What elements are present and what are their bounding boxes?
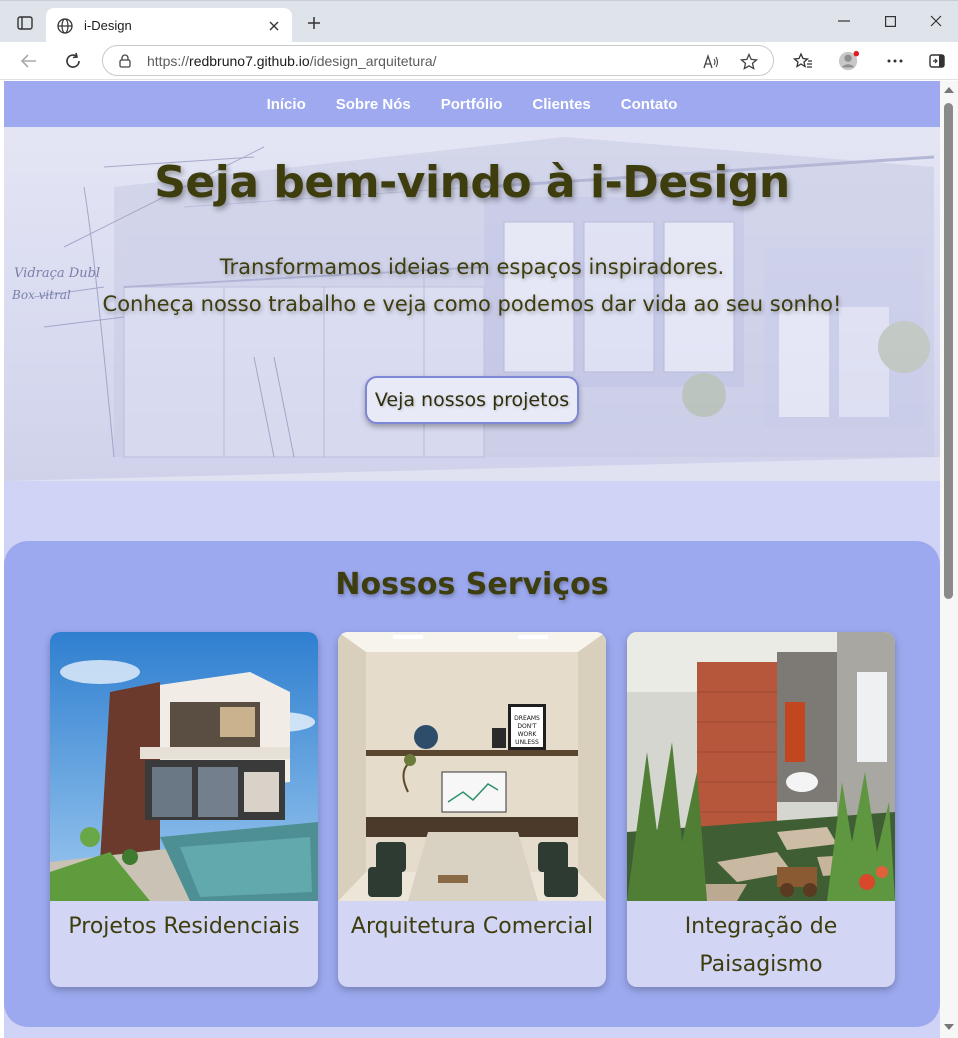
- nav-item-inicio[interactable]: Início: [267, 96, 306, 113]
- url-path: /idesign_arquitetura/: [309, 52, 437, 69]
- nav-item-contato[interactable]: Contato: [621, 96, 678, 113]
- service-card-commercial[interactable]: DREAMS DON'T WORK UNLESS Arquitetura Com…: [338, 632, 606, 987]
- landscaping-integration-image: [627, 632, 895, 901]
- residential-project-image: [50, 632, 318, 901]
- favorite-icon[interactable]: [739, 52, 759, 72]
- read-aloud-icon[interactable]: [701, 52, 721, 72]
- browser-toolbar: https://redbruno7.github.io/idesign_arqu…: [0, 42, 958, 80]
- nav-item-portfolio[interactable]: Portfólio: [441, 96, 503, 113]
- page-viewport: Início Sobre Nós Portfólio Clientes Cont…: [4, 81, 940, 1038]
- view-projects-button[interactable]: Veja nossos projetos: [365, 376, 579, 424]
- svg-text:DREAMS: DREAMS: [514, 715, 540, 722]
- url-scheme: https://: [147, 52, 190, 69]
- tab-actions-icon[interactable]: [10, 9, 40, 37]
- close-icon[interactable]: [266, 18, 282, 34]
- tab-title: i-Design: [84, 18, 132, 33]
- favorites-icon[interactable]: [792, 50, 814, 72]
- svg-text:UNLESS: UNLESS: [515, 739, 539, 746]
- svg-text:WORK: WORK: [518, 731, 538, 738]
- refresh-icon[interactable]: [62, 50, 84, 72]
- back-icon[interactable]: [18, 50, 40, 72]
- hero-title: Seja bem-vindo à i-Design: [154, 157, 790, 208]
- service-card-label: Projetos Residenciais: [68, 914, 300, 939]
- lock-icon[interactable]: [117, 53, 133, 69]
- hero-subtitle-line1: Transformamos ideias em espaços inspirad…: [219, 255, 725, 279]
- scroll-up-arrow-icon[interactable]: [944, 87, 954, 93]
- hero-section: Vidraça Dubl Box vitral Seja bem-vindo à…: [4, 127, 940, 481]
- globe-icon: [56, 17, 74, 35]
- service-card-label: Arquitetura Comercial: [350, 914, 594, 939]
- sidebar-icon[interactable]: [926, 50, 948, 72]
- address-bar[interactable]: https://redbruno7.github.io/idesign_arqu…: [102, 45, 774, 76]
- commercial-architecture-image: DREAMS DON'T WORK UNLESS: [338, 632, 606, 901]
- services-section: Nossos Serviços Projetos Residenciais DR…: [4, 541, 940, 1027]
- url-host: redbruno7.github.io: [189, 52, 310, 69]
- profile-icon[interactable]: [838, 50, 860, 72]
- tab-bar: i-Design: [0, 0, 958, 43]
- browser-tab[interactable]: i-Design: [46, 8, 292, 43]
- service-card-residential[interactable]: Projetos Residenciais: [50, 632, 318, 987]
- plus-icon[interactable]: [304, 13, 324, 33]
- page-scrollbar[interactable]: [940, 81, 958, 1038]
- scroll-down-arrow-icon[interactable]: [944, 1024, 954, 1030]
- scrollbar-thumb[interactable]: [944, 103, 953, 599]
- site-nav: Início Sobre Nós Portfólio Clientes Cont…: [4, 81, 940, 127]
- nav-item-clientes[interactable]: Clientes: [532, 96, 590, 113]
- service-card-label: Integração de Paisagismo: [684, 914, 838, 977]
- services-heading: Nossos Serviços: [335, 567, 609, 602]
- minimize-icon[interactable]: [834, 11, 854, 31]
- more-icon[interactable]: [884, 50, 906, 72]
- maximize-icon[interactable]: [880, 11, 900, 31]
- window-close-icon[interactable]: [926, 11, 946, 31]
- url-text[interactable]: https://redbruno7.github.io/idesign_arqu…: [147, 53, 773, 69]
- nav-item-sobre-nos[interactable]: Sobre Nós: [336, 96, 411, 113]
- hero-subtitle-line2: Conheça nosso trabalho e veja como podem…: [102, 292, 842, 316]
- svg-text:DON'T: DON'T: [517, 723, 536, 730]
- service-card-landscaping[interactable]: Integração de Paisagismo: [627, 632, 895, 987]
